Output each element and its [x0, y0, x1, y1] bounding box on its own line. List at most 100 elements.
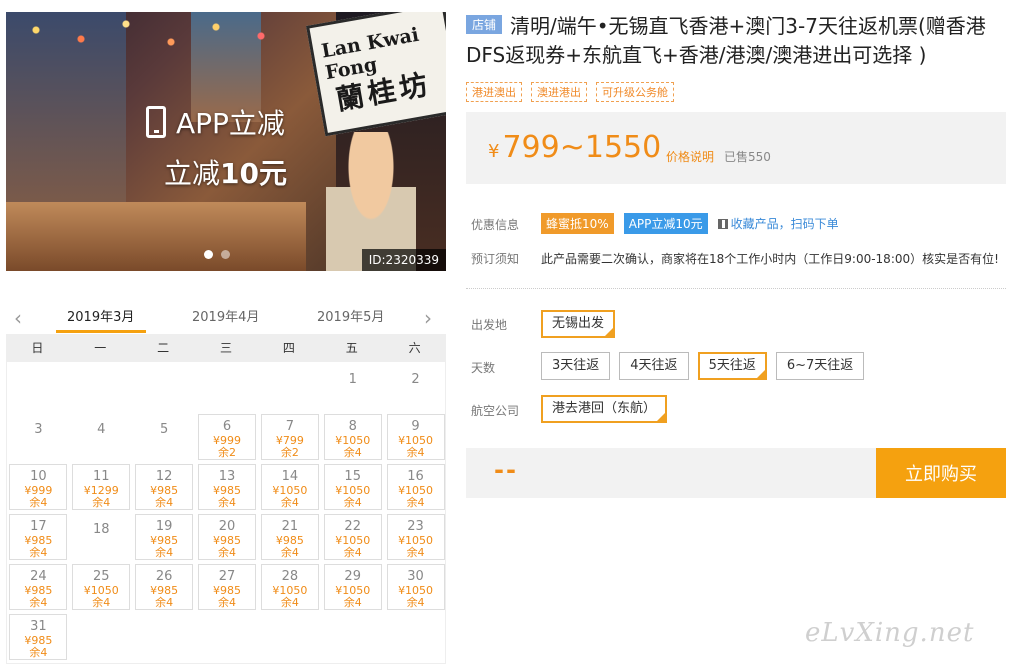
calendar-day[interactable]: 17 ¥985 余4	[9, 514, 68, 560]
days-option-4[interactable]: 4天往返	[619, 352, 689, 380]
calendar-day-number: 21	[281, 519, 299, 534]
month-tab-mar[interactable]: 2019年3月	[67, 306, 134, 325]
calendar-day-number: 23	[407, 519, 424, 534]
calendar-day-remaining: 余4	[155, 546, 174, 559]
calendar-day[interactable]: 21 ¥985 余4	[260, 514, 319, 560]
price-range: ¥799~1550	[488, 130, 661, 165]
calendar-day-number: 3	[34, 422, 43, 437]
days-label: 天数	[471, 361, 496, 375]
month-tab-may[interactable]: 2019年5月	[317, 306, 384, 325]
favorite-link-text: 收藏产品，扫码下单	[730, 217, 839, 231]
qr-code-icon	[717, 218, 728, 229]
calendar-day[interactable]: 7 ¥799 余2	[260, 414, 319, 460]
calendar-day-remaining: 余4	[92, 496, 111, 509]
days-option-5[interactable]: 5天往返	[697, 352, 767, 380]
calendar-day-number: 6	[222, 419, 232, 434]
departure-label: 出发地	[471, 318, 508, 332]
chevron-right-icon[interactable]: ›	[424, 306, 432, 330]
app-discount-badge: APP立减10元	[623, 213, 708, 234]
calendar-day[interactable]: 9 ¥1050 余4	[386, 414, 445, 460]
calendar-day-number: 12	[155, 469, 173, 484]
promo-line-2-pre: 立减	[164, 157, 221, 190]
weekday-label: 三	[219, 341, 232, 355]
calendar-day[interactable]: 10 ¥999 余4	[9, 464, 68, 510]
calendar-day[interactable]: 31 ¥985 余4	[9, 614, 68, 660]
calendar-day[interactable]: 29 ¥1050 余4	[323, 564, 382, 610]
price-currency: ¥	[488, 141, 500, 162]
calendar-day-number: 15	[344, 469, 361, 484]
calendar-day: 1	[324, 364, 382, 410]
calendar-day[interactable]: 20 ¥985 余4	[198, 514, 256, 560]
calendar-day-number: 13	[218, 469, 236, 484]
street-sign: Lan Kwai Fong 蘭桂坊	[306, 12, 446, 137]
calendar-day-remaining: 余4	[343, 596, 362, 609]
calendar-day-remaining: 余4	[280, 496, 299, 509]
calendar-day-number: 24	[30, 569, 47, 584]
calendar-day-remaining: 余4	[343, 546, 362, 559]
carousel-dot-2[interactable]	[221, 250, 230, 259]
shop-badge: 店铺	[466, 15, 503, 34]
calendar-day[interactable]: 28 ¥1050 余4	[260, 564, 319, 610]
calendar-day-remaining: 余4	[155, 596, 174, 609]
calendar-day-remaining: 余2	[218, 446, 236, 459]
calendar-day-number: 10	[30, 469, 47, 484]
calendar-day-remaining: 余4	[218, 546, 236, 559]
calendar-day[interactable]: 23 ¥1050 余4	[386, 514, 445, 560]
calendar-day[interactable]: 22 ¥1050 余4	[323, 514, 382, 560]
calendar-day-number: 2	[411, 372, 420, 387]
calendar-day[interactable]: 13 ¥985 余4	[198, 464, 256, 510]
buy-now-button[interactable]: 立即购买	[876, 448, 1006, 498]
calendar-day-number: 8	[348, 419, 357, 434]
calendar-day[interactable]: 12 ¥985 余4	[135, 464, 194, 510]
calendar-day[interactable]: 26 ¥985 余4	[135, 564, 194, 610]
chevron-left-icon[interactable]: ‹	[14, 306, 22, 330]
calendar-day-remaining: 余4	[218, 496, 236, 509]
product-tag: 港进澳出	[466, 82, 522, 102]
calendar-day-remaining: 余4	[406, 546, 425, 559]
calendar-day-remaining: 余4	[29, 596, 48, 609]
calendar-day[interactable]: 24 ¥985 余4	[9, 564, 68, 610]
product-title-block: 店铺 清明/端午•无锡直飞香港+澳门3-7天往返机票(赠香港DFS返现券+东航直飞…	[466, 12, 1006, 70]
calendar-day-remaining: 余4	[92, 596, 111, 609]
calendar-day[interactable]: 11 ¥1299 余4	[72, 464, 131, 510]
calendar-day-number: 5	[160, 422, 169, 437]
calendar-day[interactable]: 6 ¥999 余2	[198, 414, 256, 460]
departure-option-wuxi[interactable]: 无锡出发	[541, 310, 616, 338]
product-tags: 港进澳出 澳进港出 可升级公务舱	[466, 82, 674, 102]
carousel-dot-1[interactable]	[204, 250, 213, 259]
booking-notice: 此产品需要二次确认，商家将在18个工作小时内（工作日9:00-18:00）核实是…	[541, 252, 999, 266]
product-hero-image[interactable]: Lan Kwai Fong 蘭桂坊 APP立减 立减10元 ID:2320339	[6, 12, 446, 271]
calendar-day-remaining: 余4	[343, 496, 362, 509]
calendar-day[interactable]: 16 ¥1050 余4	[386, 464, 445, 510]
days-option-3[interactable]: 3天往返	[541, 352, 611, 380]
calendar-day-remaining: 余4	[406, 446, 425, 459]
price-description-link[interactable]: 价格说明	[666, 148, 714, 165]
calendar-day-number: 31	[30, 619, 47, 634]
calendar-day-remaining: 余4	[29, 546, 48, 559]
app-promo-overlay: APP立减 立减10元	[146, 102, 287, 192]
airline-option-eastern[interactable]: 港去港回（东航）	[541, 395, 668, 423]
favorite-link[interactable]: 收藏产品，扫码下单	[717, 215, 839, 232]
calendar-day-number: 4	[97, 422, 106, 437]
calendar-day[interactable]: 15 ¥1050 余4	[323, 464, 382, 510]
days-option-6-7[interactable]: 6~7天往返	[775, 352, 865, 380]
weekday-label: 五	[345, 341, 358, 355]
airline-options: 港去港回（东航）	[541, 395, 668, 423]
calendar-day[interactable]: 14 ¥1050 余4	[260, 464, 319, 510]
calendar-day: 2	[387, 364, 445, 410]
calendar-day-number: 18	[93, 522, 110, 537]
sold-count: 已售550	[724, 150, 771, 164]
calendar-day[interactable]: 27 ¥985 余4	[198, 564, 256, 610]
calendar-day-remaining: 余4	[155, 496, 174, 509]
calendar-day[interactable]: 25 ¥1050 余4	[72, 564, 131, 610]
departure-options: 无锡出发	[541, 310, 616, 338]
weekday-label: 二	[157, 341, 170, 355]
calendar-day-number: 26	[155, 569, 173, 584]
calendar-day[interactable]: 19 ¥985 余4	[135, 514, 194, 560]
calendar-day: 3	[9, 414, 67, 460]
calendar-day[interactable]: 8 ¥1050 余4	[323, 414, 382, 460]
calendar-day: 5	[135, 414, 193, 460]
calendar-day[interactable]: 30 ¥1050 余4	[386, 564, 445, 610]
calendar-day-remaining: 余4	[29, 646, 48, 659]
month-tab-apr[interactable]: 2019年4月	[192, 306, 259, 325]
